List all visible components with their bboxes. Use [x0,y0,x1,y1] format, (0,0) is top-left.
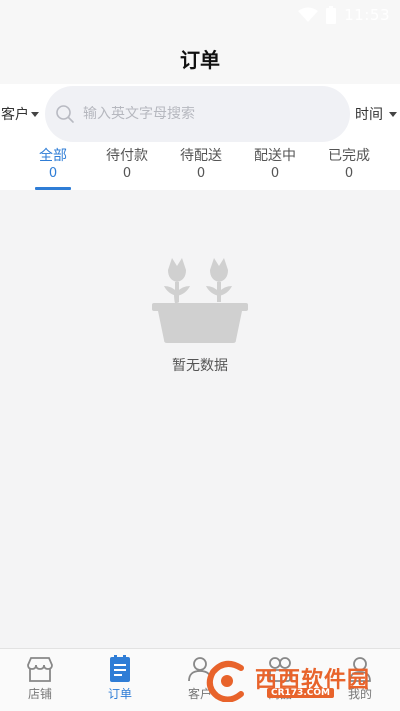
wifi-icon [298,7,319,22]
tab-label: 已完成 [328,148,370,164]
battery-icon [326,6,337,24]
time-filter-dropdown[interactable]: 时间 [355,104,397,124]
active-tab-indicator [35,187,71,190]
tab-delivering[interactable]: 配送中 0 [240,147,310,183]
nav-item-orders[interactable]: 订单 [80,655,160,702]
customer-filter-label: 客户 [1,107,29,123]
nav-label: 我的 [347,687,372,701]
tab-label: 全部 [39,148,67,164]
tab-pending-payment[interactable]: 待付款 0 [92,147,162,183]
nav-item-customers[interactable]: 客户 [160,655,240,702]
nav-item-profile[interactable]: 我的 [320,655,400,702]
tab-label: 配送中 [254,148,296,164]
order-status-tabs: 全部 0 待付款 0 待配送 0 配送中 0 已完成 0 [0,144,400,190]
tab-all[interactable]: 全部 0 [18,147,88,183]
status-time: 11:53 [344,6,390,24]
title-bar: 订单 [0,32,400,84]
nav-label: 客户 [187,687,212,701]
empty-flowerpot-icon [152,258,248,343]
filter-bar: 客户 时间 [0,84,400,144]
tab-count: 0 [48,166,58,181]
nav-label: 订单 [107,687,132,701]
status-bar: 11:53 [0,0,400,32]
tab-pending-delivery[interactable]: 待配送 0 [166,147,236,183]
tab-count: 0 [122,166,132,181]
nav-item-products[interactable]: 商品 [240,655,320,702]
caret-down-icon [389,111,397,117]
tab-count: 0 [270,166,280,181]
tab-completed[interactable]: 已完成 0 [314,147,384,183]
customer-icon [188,657,212,682]
search-input[interactable] [83,106,323,122]
search-box[interactable] [45,86,350,142]
empty-state: 暂无数据 [0,250,400,375]
status-icons: 11:53 [298,6,390,24]
caret-down-icon [31,111,39,117]
search-icon [56,105,74,123]
bottom-nav: 店铺 订单 客户 商品 我的 [0,648,400,711]
nav-item-store[interactable]: 店铺 [0,655,80,702]
order-icon [110,655,130,682]
profile-icon [349,657,371,682]
page-title: 订单 [180,47,220,72]
tab-label: 待付款 [106,148,148,164]
customer-filter-dropdown[interactable]: 客户 [1,104,39,124]
nav-label: 店铺 [27,687,52,701]
nav-label: 商品 [267,687,292,701]
empty-state-text: 暂无数据 [172,358,228,374]
store-icon [27,657,53,682]
product-icon [269,657,291,682]
tab-label: 待配送 [180,148,222,164]
tab-count: 0 [344,166,354,181]
tab-count: 0 [196,166,206,181]
time-filter-label: 时间 [355,107,383,123]
